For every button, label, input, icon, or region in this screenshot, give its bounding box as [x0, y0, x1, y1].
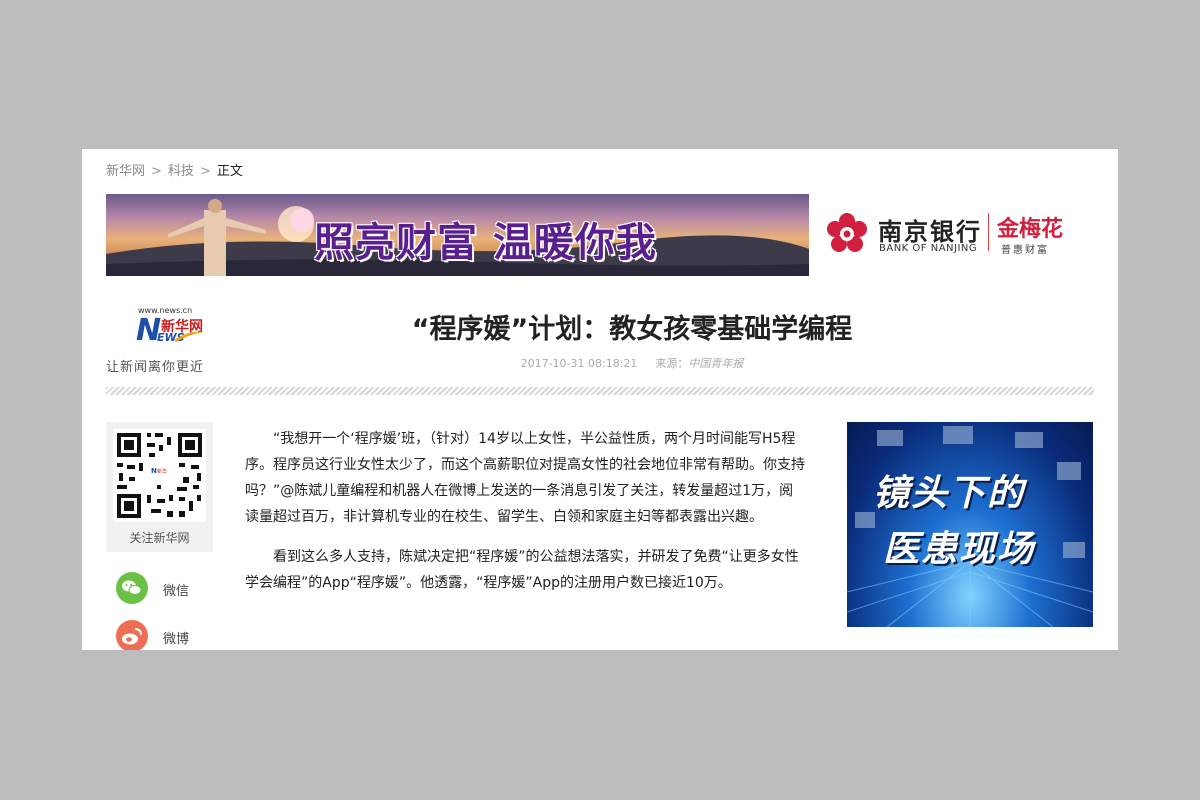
- qr-code-icon: N 新华: [113, 429, 206, 522]
- bank-name: 南京银行: [878, 218, 982, 246]
- breadcrumb-home-link[interactable]: 新华网: [106, 164, 145, 179]
- article-source[interactable]: 中国青年报: [688, 357, 743, 370]
- article-datetime: 2017-10-31 08:18:21: [520, 357, 638, 370]
- breadcrumb-tech-link[interactable]: 科技: [168, 164, 194, 179]
- article-paragraph: 看到这么多人支持，陈斌决定把“程序媛”的公益想法落实，并研发了免费“让更多女性学…: [245, 549, 799, 591]
- share-wechat-label: 微信: [163, 584, 190, 599]
- bank-name-en: BANK OF NANJING: [879, 243, 978, 254]
- qr-caption: 关注新华网: [129, 531, 190, 545]
- side-ad-line2: 医患现场: [883, 529, 1036, 570]
- share-weibo-label: 微博: [163, 632, 190, 647]
- article-body: “我想开一个‘程序媛’班，（针对）14岁以上女性，半公益性质，两个月时间能写H5…: [245, 426, 805, 610]
- title-divider: [106, 387, 1094, 395]
- breadcrumb-separator: >: [199, 164, 211, 179]
- breadcrumb: 新华网 > 科技 > 正文: [106, 160, 243, 179]
- side-ad[interactable]: 镜头下的 医患现场: [847, 422, 1093, 627]
- bank-product-name: 金梅花: [997, 217, 1064, 242]
- article-meta: 2017-10-31 08:18:21 来源：中国青年报: [262, 355, 1002, 371]
- side-ad-line1: 镜头下的: [873, 473, 1026, 514]
- weibo-icon: [116, 620, 148, 650]
- article-paragraph: “我想开一个‘程序媛’班，（针对）14岁以上女性，半公益性质，两个月时间能写H5…: [245, 431, 805, 525]
- article-title: “程序媛”计划：教女孩零基础学编程: [411, 314, 853, 345]
- share-weibo-button[interactable]: 微博: [116, 620, 216, 650]
- site-slogan: 让新闻离你更近: [106, 360, 205, 375]
- wechat-icon: [116, 572, 148, 604]
- svg-text:新华: 新华: [157, 468, 167, 475]
- breadcrumb-current: 正文: [216, 164, 243, 179]
- banner-slogan: 照亮财富 温暖你我: [314, 220, 657, 266]
- bank-product-tag: 普惠财富: [1001, 245, 1049, 256]
- bank-logo[interactable]: 南京银行 BANK OF NANJING 金梅花 普惠财富: [826, 209, 1086, 259]
- bank-flower-icon: [827, 213, 867, 252]
- article-source-label: 来源：: [655, 357, 689, 370]
- swoosh-icon: [174, 331, 204, 342]
- site-logo[interactable]: www.news.cn N 新华网 EWS 让新闻离你更近: [106, 303, 226, 375]
- banner-ad[interactable]: 照亮财富 温暖你我: [106, 194, 809, 276]
- breadcrumb-separator: >: [151, 164, 162, 179]
- share-wechat-button[interactable]: 微信: [116, 572, 216, 604]
- divider: [988, 213, 989, 251]
- qr-code-panel: N 新华 关注新华网: [106, 422, 213, 552]
- article-page: 新华网 > 科技 > 正文 照亮财富 温暖你我 南京银行 BANK OF NAN…: [82, 149, 1118, 650]
